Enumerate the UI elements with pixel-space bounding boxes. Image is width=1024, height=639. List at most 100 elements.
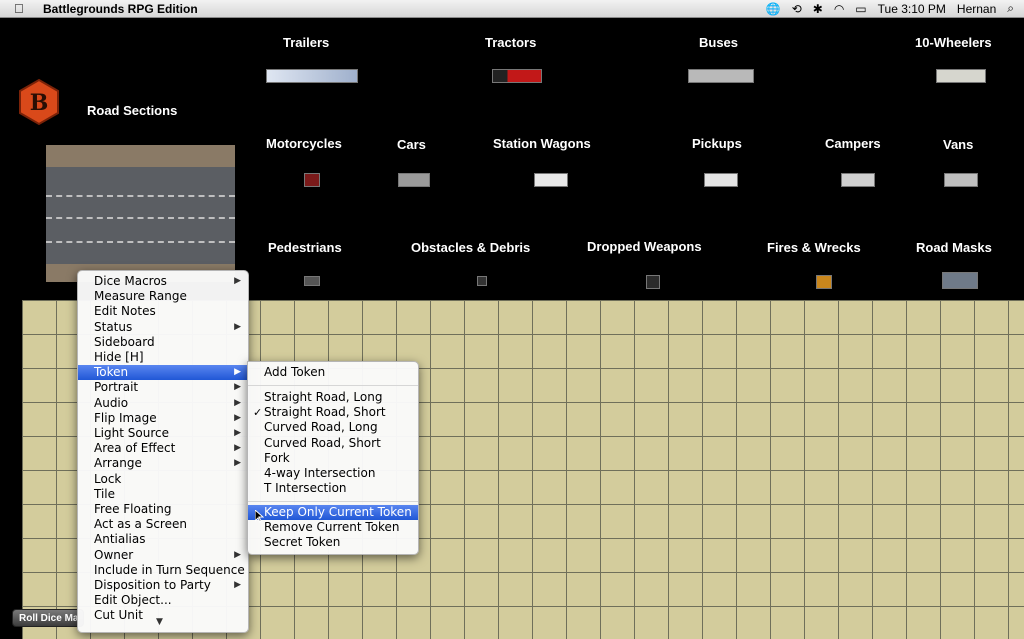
- submenu-arrow-icon: ▶: [234, 367, 241, 378]
- menu-item-lock[interactable]: Lock: [78, 472, 248, 487]
- submenu-arrow-icon: ▶: [234, 443, 241, 454]
- road-section-preview[interactable]: [46, 145, 235, 282]
- bluetooth-icon[interactable]: ✱: [813, 2, 823, 16]
- keep-only-current-token-item[interactable]: Keep Only Current Token: [248, 505, 418, 520]
- battery-icon[interactable]: ▭: [855, 2, 866, 16]
- token-submenu: Add Token Straight Road, Long ✓ Straight R…: [247, 361, 419, 555]
- mouse-pointer-icon: [255, 510, 264, 523]
- pedestrian-token[interactable]: [304, 276, 320, 286]
- board-edge: [0, 300, 22, 639]
- submenu-arrow-icon: ▶: [234, 276, 241, 286]
- token-variant-item[interactable]: Fork: [248, 451, 418, 466]
- category-road-sections[interactable]: Road Sections: [87, 103, 177, 118]
- ten-wheeler-token[interactable]: [936, 69, 986, 83]
- station-wagon-token[interactable]: [534, 173, 568, 187]
- token-variant-item[interactable]: Curved Road, Long: [248, 420, 418, 435]
- token-variant-item[interactable]: Curved Road, Short: [248, 436, 418, 451]
- camper-token[interactable]: [841, 173, 875, 187]
- menu-item-edit-notes[interactable]: Edit Notes: [78, 304, 248, 319]
- apple-menu-icon[interactable]: : [14, 1, 24, 16]
- menu-item-owner[interactable]: Owner ▶: [78, 548, 248, 563]
- category-road-masks[interactable]: Road Masks: [916, 240, 992, 255]
- category-dropped-weapons[interactable]: Dropped Weapons: [587, 239, 702, 254]
- roll-dice-macro-button[interactable]: Roll Dice Ma: [12, 609, 84, 627]
- car-token[interactable]: [398, 173, 430, 187]
- menu-item-include-in-turn-sequence[interactable]: Include in Turn Sequence: [78, 563, 248, 578]
- submenu-arrow-icon: ▶: [234, 580, 241, 590]
- menu-item-free-floating[interactable]: Free Floating: [78, 502, 248, 517]
- time-machine-icon[interactable]: ⟲: [792, 2, 802, 16]
- globe-icon[interactable]: 🌐: [766, 2, 781, 16]
- menu-scroll-down-icon[interactable]: ▼: [156, 617, 163, 627]
- spotlight-search-icon[interactable]: ⌕: [1007, 1, 1014, 16]
- menu-item-edit-object[interactable]: Edit Object...: [78, 593, 248, 608]
- token-variant-item[interactable]: 4-way Intersection: [248, 466, 418, 481]
- category-pedestrians[interactable]: Pedestrians: [268, 240, 342, 255]
- menu-item-tile[interactable]: Tile: [78, 487, 248, 502]
- menu-separator: [248, 385, 418, 386]
- status-area: 🌐 ⟲ ✱ ◠ ▭ Tue 3:10 PM Hernan ⌕: [766, 1, 1014, 16]
- category-pickups[interactable]: Pickups: [692, 136, 742, 151]
- fire-token[interactable]: [816, 275, 832, 289]
- category-10-wheelers[interactable]: 10-Wheelers: [915, 35, 992, 50]
- menu-item-status[interactable]: Status ▶: [78, 320, 248, 335]
- menu-item-cut-unit[interactable]: Cut Unit: [78, 608, 248, 623]
- user-name[interactable]: Hernan: [957, 2, 996, 16]
- add-token-item[interactable]: Add Token: [248, 365, 418, 380]
- menu-item-area-of-effect[interactable]: Area of Effect ▶: [78, 441, 248, 456]
- menu-item-label: Flip Image: [94, 410, 157, 425]
- menu-item-measure-range[interactable]: Measure Range: [78, 289, 248, 304]
- menu-item-label: Edit Notes: [94, 304, 156, 319]
- menu-item-flip-image[interactable]: Flip Image ▶: [78, 411, 248, 426]
- menu-item-antialias[interactable]: Antialias: [78, 532, 248, 547]
- category-campers[interactable]: Campers: [825, 136, 881, 151]
- road-mask-token[interactable]: [942, 272, 978, 289]
- menu-item-label: Free Floating: [94, 502, 172, 516]
- app-name-menu[interactable]: Battlegrounds RPG Edition: [43, 2, 198, 16]
- category-tractors[interactable]: Tractors: [485, 35, 536, 50]
- menu-item-portrait[interactable]: Portrait ▶: [78, 380, 248, 395]
- menu-item-label: Antialias: [94, 532, 146, 547]
- trailer-token[interactable]: [266, 69, 358, 83]
- token-variant-label: T Intersection: [264, 481, 347, 496]
- menu-item-arrange[interactable]: Arrange ▶: [78, 456, 248, 471]
- category-obstacles-debris[interactable]: Obstacles & Debris: [411, 240, 530, 255]
- obstacle-token[interactable]: [477, 276, 487, 286]
- van-token[interactable]: [944, 173, 978, 187]
- menu-item-label: Owner: [94, 547, 134, 562]
- token-variant-item[interactable]: Straight Road, Long: [248, 390, 418, 405]
- dropped-weapon-token[interactable]: [646, 275, 660, 289]
- submenu-arrow-icon: ▶: [234, 428, 241, 438]
- clock[interactable]: Tue 3:10 PM: [878, 2, 946, 16]
- remove-current-token-item[interactable]: Remove Current Token: [248, 520, 418, 535]
- menu-item-label: Act as a Screen: [94, 517, 187, 532]
- tractor-token[interactable]: [492, 69, 542, 83]
- menu-item-audio[interactable]: Audio ▶: [78, 396, 248, 411]
- category-motorcycles[interactable]: Motorcycles: [266, 136, 342, 151]
- motorcycle-token[interactable]: [304, 173, 320, 187]
- menu-item-disposition-to-party[interactable]: Disposition to Party ▶: [78, 578, 248, 593]
- category-vans[interactable]: Vans: [943, 137, 973, 152]
- token-variant-label: Fork: [264, 450, 290, 465]
- bus-token[interactable]: [688, 69, 754, 83]
- menu-item-label: Measure Range: [94, 289, 187, 304]
- menu-item-token[interactable]: Token ▶: [78, 365, 248, 381]
- token-variant-item[interactable]: T Intersection: [248, 481, 418, 496]
- menu-item-act-as-a-screen[interactable]: Act as a Screen: [78, 517, 248, 532]
- menu-item-dice-macros[interactable]: Dice Macros ▶: [78, 274, 248, 289]
- category-cars[interactable]: Cars: [397, 137, 426, 152]
- menu-item-sideboard[interactable]: Sideboard: [78, 335, 248, 350]
- menu-item-label: Lock: [94, 471, 122, 486]
- menu-item-hide-h[interactable]: Hide [H]: [78, 350, 248, 365]
- submenu-arrow-icon: ▶: [234, 549, 241, 560]
- token-variant-item[interactable]: ✓ Straight Road, Short: [248, 405, 418, 420]
- category-trailers[interactable]: Trailers: [283, 35, 329, 50]
- menu-item-light-source[interactable]: Light Source ▶: [78, 426, 248, 441]
- category-buses[interactable]: Buses: [699, 35, 738, 50]
- category-station-wagons[interactable]: Station Wagons: [493, 136, 591, 151]
- pickup-token[interactable]: [704, 173, 738, 187]
- token-variant-label: 4-way Intersection: [264, 466, 376, 480]
- category-fires-wrecks[interactable]: Fires & Wrecks: [767, 240, 861, 255]
- secret-token-item[interactable]: Secret Token: [248, 535, 418, 550]
- wifi-icon[interactable]: ◠: [834, 2, 844, 16]
